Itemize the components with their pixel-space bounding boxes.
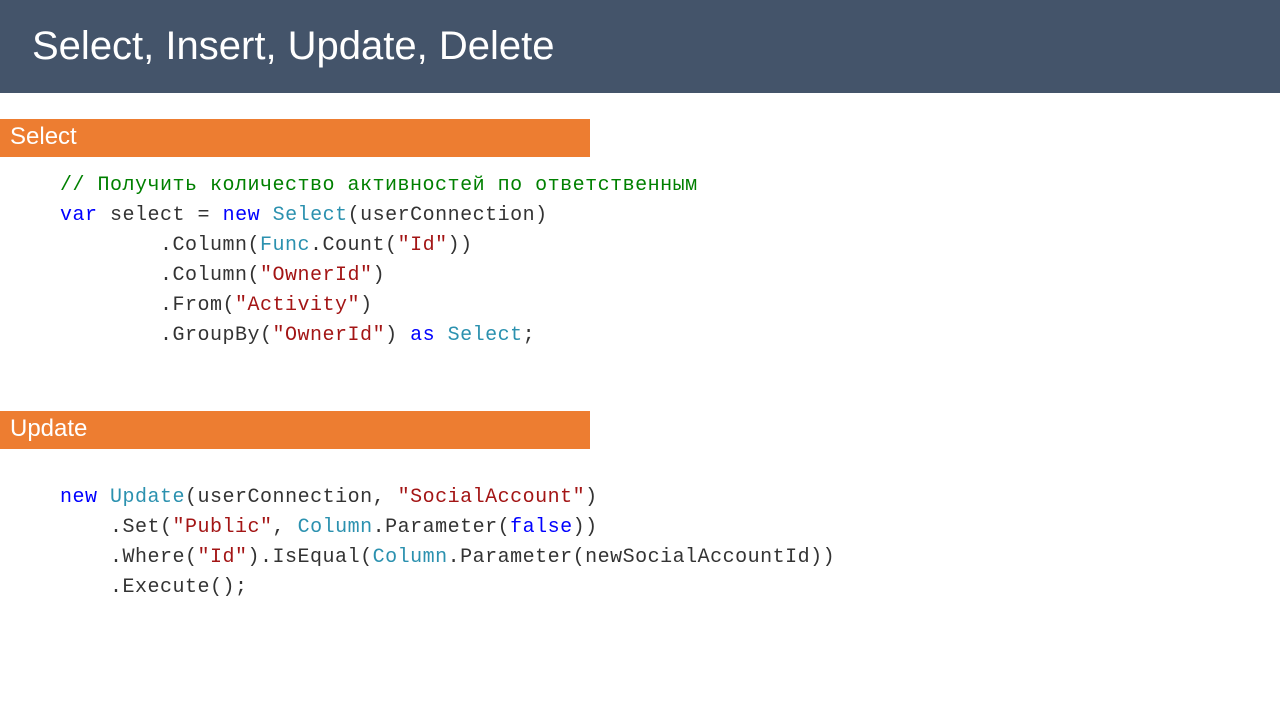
kw-as: as <box>410 324 435 347</box>
type-update: Update <box>110 486 185 509</box>
str-social: "SocialAccount" <box>398 486 586 509</box>
l2c: )) <box>448 234 473 257</box>
section-label-update: Update <box>0 411 590 449</box>
u-l4: .Execute(); <box>60 576 248 599</box>
args: (userConnection) <box>348 204 548 227</box>
kw-var: var <box>60 204 98 227</box>
str-public: "Public" <box>173 516 273 539</box>
l3b: ) <box>373 264 386 287</box>
type-column: Column <box>298 516 373 539</box>
u-l2c: .Parameter( <box>373 516 511 539</box>
slide-title: Select, Insert, Update, Delete <box>0 0 1280 93</box>
l2a: .Column( <box>60 234 260 257</box>
kw-new: new <box>223 204 261 227</box>
str-activity: "Activity" <box>235 294 360 317</box>
code-block-update: new Update(userConnection, "SocialAccoun… <box>0 449 1280 603</box>
l2b: .Count( <box>310 234 398 257</box>
l5a: .GroupBy( <box>60 324 273 347</box>
u-l2d: )) <box>573 516 598 539</box>
eq: = <box>185 204 223 227</box>
str-ownerid: "OwnerId" <box>260 264 373 287</box>
u-l2b: , <box>273 516 298 539</box>
u-l3a: .Where( <box>60 546 198 569</box>
u-l1b: ) <box>585 486 598 509</box>
ident-select: select <box>110 204 185 227</box>
u-l1a: (userConnection, <box>185 486 398 509</box>
semi: ; <box>523 324 536 347</box>
kw-new-u: new <box>60 486 98 509</box>
l5b: ) <box>385 324 410 347</box>
l4a: .From( <box>60 294 235 317</box>
l4b: ) <box>360 294 373 317</box>
code-comment: // Получить количество активностей по от… <box>60 174 698 197</box>
type-select: Select <box>273 204 348 227</box>
u-l2a: .Set( <box>60 516 173 539</box>
str-id-u: "Id" <box>198 546 248 569</box>
type-select2: Select <box>448 324 523 347</box>
str-ownerid2: "OwnerId" <box>273 324 386 347</box>
code-block-select: // Получить количество активностей по от… <box>0 157 1280 351</box>
kw-false: false <box>510 516 573 539</box>
sp <box>435 324 448 347</box>
u-l3c: .Parameter(newSocialAccountId)) <box>448 546 836 569</box>
type-column2: Column <box>373 546 448 569</box>
sp-u <box>98 486 111 509</box>
u-l3b: ).IsEqual( <box>248 546 373 569</box>
l3a: .Column( <box>60 264 260 287</box>
section-label-select: Select <box>0 119 590 157</box>
str-id: "Id" <box>398 234 448 257</box>
type-func: Func <box>260 234 310 257</box>
